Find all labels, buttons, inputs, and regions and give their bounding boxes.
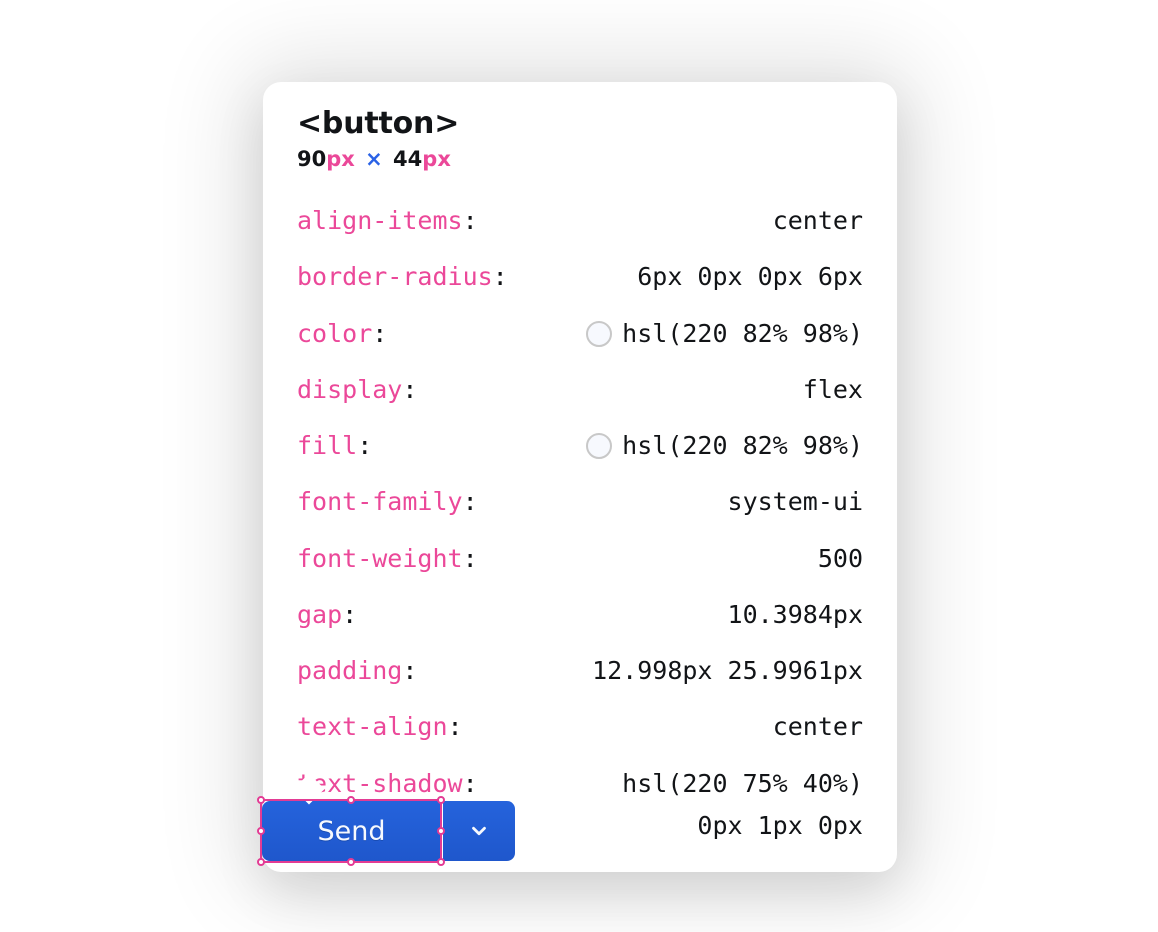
css-property-name: font-family (297, 487, 463, 516)
css-property-row: fill: hsl(220 82% 98%) (297, 428, 863, 464)
css-property-value-line: 0px 1px 0px (697, 808, 863, 844)
css-property-value-text: flex (803, 372, 863, 408)
css-property-row: text-align: center (297, 709, 863, 745)
css-property-row: padding: 12.998px 25.9961px (297, 653, 863, 689)
css-property-row: gap: 10.3984px (297, 597, 863, 633)
dim-height-unit: px (422, 147, 451, 171)
css-property-value-text: 12.998px 25.9961px (592, 653, 863, 689)
css-property-colon: : (402, 656, 417, 685)
css-property-colon: : (463, 206, 478, 235)
css-property-value: flex (803, 372, 863, 408)
css-property-colon: : (463, 769, 478, 798)
inspector-tooltip: <button> 90px × 44px align-items:centerb… (263, 82, 897, 872)
css-property-value-text: hsl(220 82% 98%) (622, 428, 863, 464)
css-property-colon: : (372, 319, 387, 348)
css-property-value-text: 10.3984px (728, 597, 863, 633)
css-property-name: font-weight (297, 544, 463, 573)
element-dimensions: 90px × 44px (297, 147, 863, 171)
css-property-colon: : (463, 487, 478, 516)
css-property-value-line: hsl(220 75% 40%) (622, 766, 863, 802)
css-property-list: align-items: center border-radius: 6px 0px … (297, 203, 863, 844)
dim-width-unit: px (326, 147, 355, 171)
chevron-down-icon (468, 820, 490, 842)
css-property-name: text-shadow (297, 769, 463, 798)
css-property-value: 500 (818, 541, 863, 577)
dim-width-number: 90 (297, 147, 326, 171)
css-property-row: color: hsl(220 82% 98%) (297, 316, 863, 352)
css-property-value: hsl(220 82% 98%) (586, 428, 863, 464)
css-property-value-text: hsl(220 82% 98%) (622, 316, 863, 352)
css-property-colon: : (342, 600, 357, 629)
element-tag-label: <button> (297, 106, 863, 141)
css-property-value: 10.3984px (728, 597, 863, 633)
css-property-value-text: center (773, 709, 863, 745)
css-property-value-text: 500 (818, 541, 863, 577)
css-property-value: system-ui (728, 484, 863, 520)
css-property-value: 12.998px 25.9961px (592, 653, 863, 689)
css-property-colon: : (448, 712, 463, 741)
css-property-colon: : (402, 375, 417, 404)
css-property-value-text: center (773, 203, 863, 239)
dim-height-number: 44 (393, 147, 422, 171)
css-property-row: align-items: center (297, 203, 863, 239)
css-property-value-text: 6px 0px 0px 6px (637, 259, 863, 295)
css-property-value: hsl(220 75% 40%) 0px 1px 0px (622, 766, 863, 845)
css-property-name: align-items (297, 206, 463, 235)
css-property-name: color (297, 319, 372, 348)
css-property-name: fill (297, 431, 357, 460)
css-property-colon: : (463, 544, 478, 573)
css-property-colon: : (357, 431, 372, 460)
css-property-name: text-align (297, 712, 448, 741)
css-property-row: display: flex (297, 372, 863, 408)
css-property-name: gap (297, 600, 342, 629)
css-property-row: font-family: system-ui (297, 484, 863, 520)
css-property-value: 6px 0px 0px 6px (637, 259, 863, 295)
css-property-row: border-radius: 6px 0px 0px 6px (297, 259, 863, 295)
css-property-row: font-weight: 500 (297, 541, 863, 577)
css-property-value-text: system-ui (728, 484, 863, 520)
css-property-name: display (297, 375, 402, 404)
css-property-value: center (773, 709, 863, 745)
css-property-value: hsl(220 82% 98%) (586, 316, 863, 352)
send-dropdown-button[interactable] (443, 801, 515, 861)
css-property-value: center (773, 203, 863, 239)
color-swatch-icon (586, 433, 612, 459)
send-button[interactable]: Send (262, 801, 441, 861)
send-button-label: Send (317, 816, 385, 847)
color-swatch-icon (586, 321, 612, 347)
css-property-name: border-radius (297, 262, 493, 291)
css-property-colon: : (493, 262, 508, 291)
dim-separator: × (365, 147, 383, 171)
css-property-name: padding (297, 656, 402, 685)
send-button-group: Send (262, 801, 515, 861)
